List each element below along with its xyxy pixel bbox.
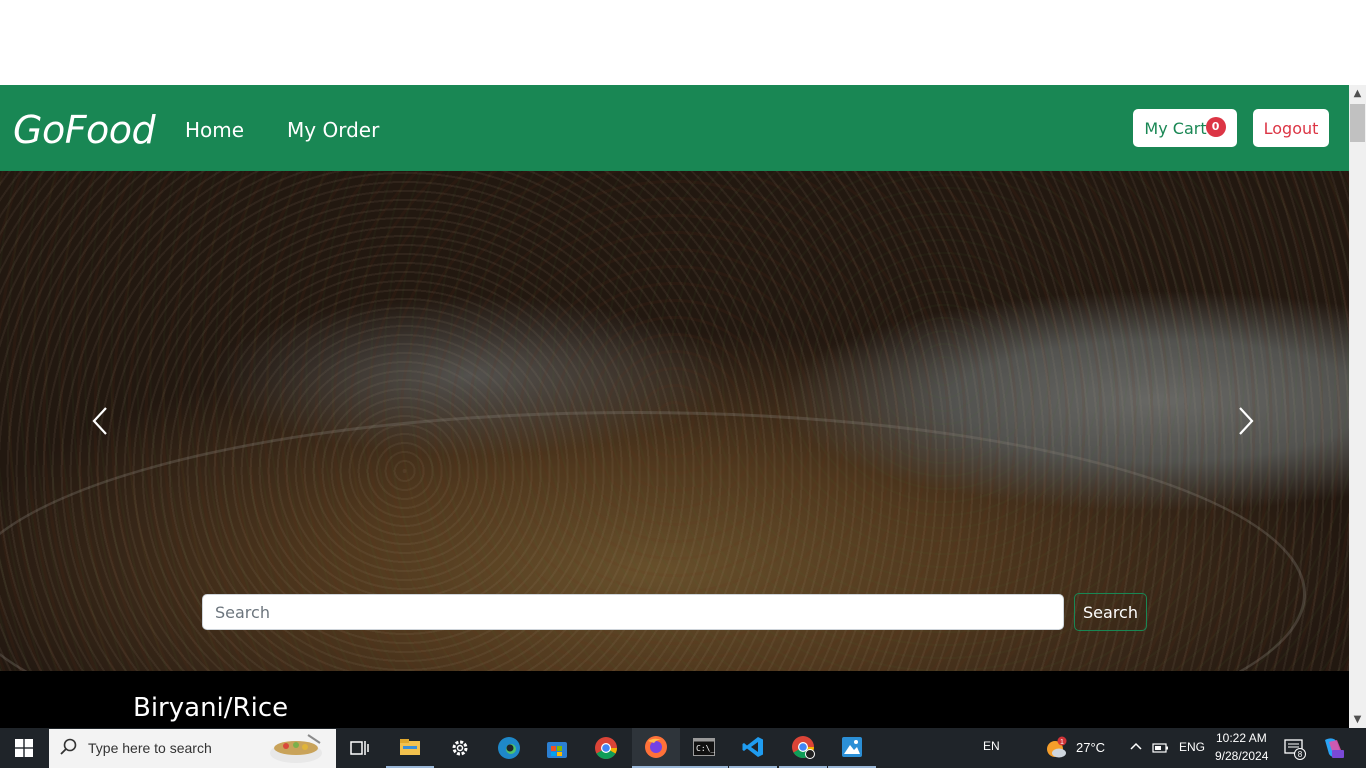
- carousel-next-button[interactable]: [1236, 404, 1256, 444]
- firefox-button[interactable]: [632, 728, 680, 768]
- weather-icon[interactable]: 1: [1044, 736, 1068, 760]
- task-view-icon: [350, 741, 369, 755]
- chrome-profile-button[interactable]: [779, 728, 827, 768]
- terminal-button[interactable]: C:\_: [680, 728, 728, 768]
- start-button[interactable]: [0, 728, 48, 768]
- logout-button[interactable]: Logout: [1253, 109, 1329, 147]
- cart-count-badge: 0: [1205, 117, 1226, 137]
- file-explorer-icon: [400, 739, 420, 755]
- file-explorer-button[interactable]: [386, 728, 434, 768]
- task-view-button[interactable]: [336, 728, 384, 768]
- gear-icon: [452, 740, 468, 756]
- carousel-prev-button[interactable]: [90, 404, 110, 444]
- edge-button[interactable]: [485, 728, 533, 768]
- my-cart-button[interactable]: My Cart 0: [1133, 109, 1237, 147]
- brand-logo[interactable]: GoFood: [13, 108, 156, 152]
- chevron-left-icon: [92, 407, 107, 435]
- page-scrollbar[interactable]: [1349, 85, 1366, 728]
- notifications-button[interactable]: 8: [1284, 738, 1306, 764]
- copilot-button[interactable]: [1321, 736, 1345, 764]
- scroll-up-arrow-icon[interactable]: ▲: [1349, 85, 1366, 102]
- show-hidden-icons-chevron-icon[interactable]: [1129, 740, 1143, 754]
- language-indicator[interactable]: EN: [983, 739, 1000, 753]
- chrome-button[interactable]: [582, 728, 630, 768]
- input-method-indicator[interactable]: ENG: [1179, 740, 1205, 754]
- windows-logo-icon: [15, 739, 33, 757]
- chrome-icon: [595, 737, 617, 759]
- vscode-icon: [742, 737, 763, 757]
- nav-my-order-link[interactable]: My Order: [287, 118, 379, 142]
- my-cart-label: My Cart: [1144, 118, 1207, 138]
- scroll-down-arrow-icon[interactable]: ▼: [1349, 711, 1366, 728]
- clock-time[interactable]: 10:22 AM: [1216, 731, 1267, 745]
- photos-icon: [842, 737, 862, 757]
- copilot-icon: [1325, 738, 1344, 758]
- food-search-input[interactable]: [202, 594, 1064, 630]
- clock-date[interactable]: 9/28/2024: [1215, 749, 1268, 763]
- chevron-right-icon: [1239, 407, 1254, 435]
- edge-icon: [498, 737, 520, 759]
- battery-icon[interactable]: [1152, 740, 1170, 759]
- store-icon: [547, 742, 567, 758]
- photos-button[interactable]: [828, 728, 876, 768]
- terminal-icon: C:\_: [693, 738, 715, 756]
- settings-button[interactable]: [436, 728, 484, 768]
- search-highlight-food-icon: [268, 731, 324, 765]
- svg-text:C:\_: C:\_: [696, 744, 715, 753]
- nav-home-link[interactable]: Home: [185, 118, 244, 142]
- page-top-blank: [0, 0, 1366, 85]
- vscode-button[interactable]: [729, 728, 777, 768]
- weather-temperature[interactable]: 27°C: [1076, 740, 1105, 755]
- scrollbar-thumb[interactable]: [1350, 104, 1365, 142]
- taskbar-search-placeholder: Type here to search: [88, 740, 212, 756]
- notification-icon: 8: [1284, 739, 1306, 760]
- firefox-icon: [645, 736, 667, 758]
- store-button[interactable]: [533, 728, 581, 768]
- category-title: Biryani/Rice: [133, 693, 289, 723]
- chrome-profile-icon: [792, 736, 815, 759]
- search-icon: [60, 738, 78, 760]
- search-button[interactable]: Search: [1074, 593, 1147, 631]
- notification-count-badge: 8: [1298, 750, 1303, 759]
- weather-alert-badge: 1: [1060, 739, 1064, 746]
